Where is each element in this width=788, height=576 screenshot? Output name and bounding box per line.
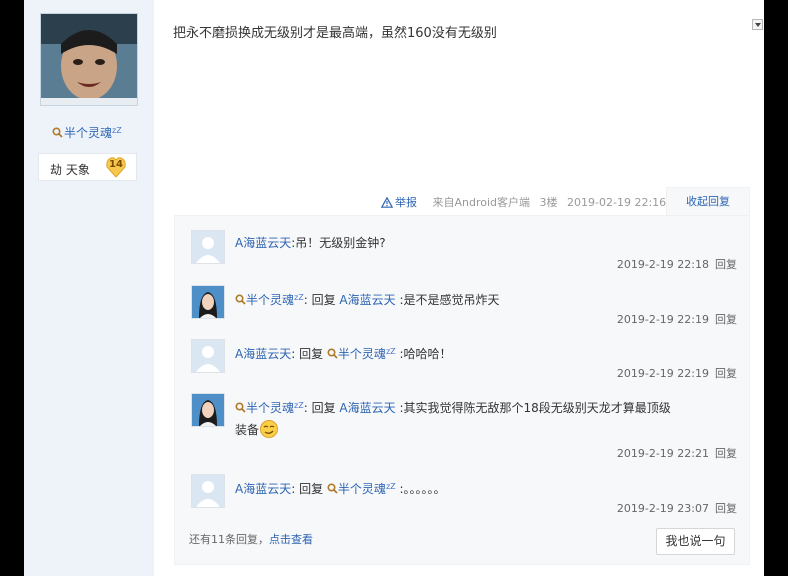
sleep-zz-icon: zZ bbox=[112, 126, 122, 135]
reply-button[interactable]: 回复 bbox=[715, 258, 737, 271]
reply-target[interactable]: A海蓝云天 bbox=[339, 401, 395, 415]
report-label: 举报 bbox=[395, 196, 417, 209]
author-name-text: 半个灵魂 bbox=[64, 126, 113, 140]
magnifier-icon bbox=[327, 344, 338, 359]
reply-body: 半个灵魂zZ: 回复 A海蓝云天 :是不是感觉吊炸天 bbox=[235, 287, 735, 311]
reply-text: :其实我觉得陈无敌那个18段无级别天龙才算最顶级 bbox=[399, 401, 671, 415]
reply-time: 2019-2-19 22:21 bbox=[616, 447, 709, 460]
more-replies-count: 还有11条回复， bbox=[189, 533, 269, 546]
reply-time: 2019-2-19 22:19 bbox=[616, 367, 709, 380]
report-link[interactable]: 举报 bbox=[380, 196, 423, 209]
reply-text: :吊！无级别金钟? bbox=[291, 236, 386, 250]
reply-text: :。。。。。。 bbox=[399, 482, 446, 496]
reply-target[interactable]: 半个灵魂 bbox=[338, 482, 386, 496]
magnifier-icon bbox=[327, 479, 338, 494]
post-content: 把永不磨损换成无级别才是最高端，虽然160没有无级别 bbox=[173, 26, 497, 41]
reply-item: A海蓝云天: 回复 半个灵魂zZ :。。。。。。 2019-2-19 23:07… bbox=[191, 474, 737, 522]
reply-item: A海蓝云天:吊！无级别金钟? 2019-2-19 22:18 回复 bbox=[191, 230, 737, 278]
reply-word: 回复 bbox=[311, 293, 336, 307]
reply-body: 半个灵魂zZ: 回复 A海蓝云天 :其实我觉得陈无敌那个18段无级别天龙才算最顶… bbox=[235, 395, 735, 441]
sleep-zz-icon: zZ bbox=[294, 401, 304, 410]
reply-item: 半个灵魂zZ: 回复 A海蓝云天 :是不是感觉吊炸天 2019-2-19 22:… bbox=[191, 285, 737, 333]
reply-button[interactable]: 回复 bbox=[715, 502, 737, 515]
reply-meta: 2019-2-19 22:18 回复 bbox=[617, 256, 737, 272]
warning-icon bbox=[380, 196, 394, 208]
reply-word: 回复 bbox=[299, 347, 324, 361]
default-avatar-icon[interactable] bbox=[191, 474, 225, 508]
reply-user[interactable]: A海蓝云天 bbox=[235, 347, 291, 361]
reply-text: :哈哈哈！ bbox=[399, 347, 452, 361]
author-sidebar: 半个灵魂zZ 劫 天象 14 bbox=[24, 0, 154, 576]
default-avatar-icon[interactable] bbox=[191, 230, 225, 264]
reply-time: 2019-2-19 23:07 bbox=[616, 502, 709, 515]
reply-item: A海蓝云天: 回复 半个灵魂zZ :哈哈哈！ 2019-2-19 22:19 回复 bbox=[191, 339, 737, 387]
reply-body: A海蓝云天: 回复 半个灵魂zZ :。。。。。。 bbox=[235, 476, 735, 500]
reply-button[interactable]: 回复 bbox=[715, 367, 737, 380]
reply-word: 回复 bbox=[311, 401, 336, 415]
magnifier-icon bbox=[235, 290, 246, 305]
reply-meta: 2019-2-19 22:19 回复 bbox=[617, 365, 737, 381]
collapse-replies-button[interactable]: 收起回复 bbox=[666, 187, 750, 215]
reply-user[interactable]: A海蓝云天 bbox=[235, 482, 291, 496]
post-floor: 3楼 bbox=[539, 196, 558, 209]
reply-meta: 2019-2-19 22:19 回复 bbox=[617, 311, 737, 327]
user-photo-avatar[interactable] bbox=[191, 393, 225, 427]
view-more-link[interactable]: 点击查看 bbox=[269, 533, 313, 546]
reply-text: :是不是感觉吊炸天 bbox=[399, 293, 500, 307]
sleep-zz-icon: zZ bbox=[294, 293, 304, 302]
reply-time: 2019-2-19 22:18 bbox=[616, 258, 709, 271]
post-menu-dropdown[interactable] bbox=[752, 19, 763, 30]
reply-target[interactable]: 半个灵魂 bbox=[338, 347, 386, 361]
level-name: 劫 天象 bbox=[50, 163, 90, 177]
reply-user[interactable]: 半个灵魂 bbox=[246, 293, 294, 307]
reply-user[interactable]: A海蓝云天 bbox=[235, 236, 291, 250]
post-source: 来自Android客户端 bbox=[432, 196, 531, 209]
post-page: 半个灵魂zZ 劫 天象 14 把永不磨损换成无级别才是最高端，虽然160没有无级… bbox=[24, 0, 764, 576]
more-replies: 还有11条回复，点击查看 bbox=[189, 531, 313, 547]
reply-item: 半个灵魂zZ: 回复 A海蓝云天 :其实我觉得陈无敌那个18段无级别天龙才算最顶… bbox=[191, 393, 737, 463]
level-badge-icon: 14 bbox=[105, 156, 127, 178]
post-meta: 举报 来自Android客户端 3楼 2019-02-19 22:16 bbox=[380, 194, 672, 210]
sleep-zz-icon: zZ bbox=[385, 482, 396, 491]
smirk-emoji-icon bbox=[259, 419, 279, 439]
magnifier-icon bbox=[52, 127, 63, 138]
reply-list: A海蓝云天:吊！无级别金钟? 2019-2-19 22:18 回复 半个灵魂zZ:… bbox=[174, 215, 750, 565]
reply-meta: 2019-2-19 23:07 回复 bbox=[617, 500, 737, 516]
author-avatar[interactable] bbox=[40, 13, 138, 106]
reply-user[interactable]: 半个灵魂 bbox=[246, 401, 294, 415]
reply-button[interactable]: 回复 bbox=[715, 313, 737, 326]
post-time: 2019-02-19 22:16 bbox=[567, 196, 667, 209]
reply-meta: 2019-2-19 22:21 回复 bbox=[617, 445, 737, 461]
author-name[interactable]: 半个灵魂zZ bbox=[52, 124, 122, 141]
reply-text-continued: 装备 bbox=[235, 423, 260, 437]
reply-body: A海蓝云天: 回复 半个灵魂zZ :哈哈哈！ bbox=[235, 341, 735, 365]
magnifier-icon bbox=[235, 398, 246, 413]
reply-body: A海蓝云天:吊！无级别金钟? bbox=[235, 232, 735, 254]
level-number: 14 bbox=[109, 159, 123, 170]
reply-target[interactable]: A海蓝云天 bbox=[339, 293, 395, 307]
default-avatar-icon[interactable] bbox=[191, 339, 225, 373]
add-reply-button[interactable]: 我也说一句 bbox=[656, 528, 735, 555]
reply-button[interactable]: 回复 bbox=[715, 447, 737, 460]
user-photo-avatar[interactable] bbox=[191, 285, 225, 319]
author-level[interactable]: 劫 天象 14 bbox=[38, 153, 137, 181]
sleep-zz-icon: zZ bbox=[385, 347, 396, 356]
reply-word: 回复 bbox=[299, 482, 324, 496]
reply-time: 2019-2-19 22:19 bbox=[616, 313, 709, 326]
